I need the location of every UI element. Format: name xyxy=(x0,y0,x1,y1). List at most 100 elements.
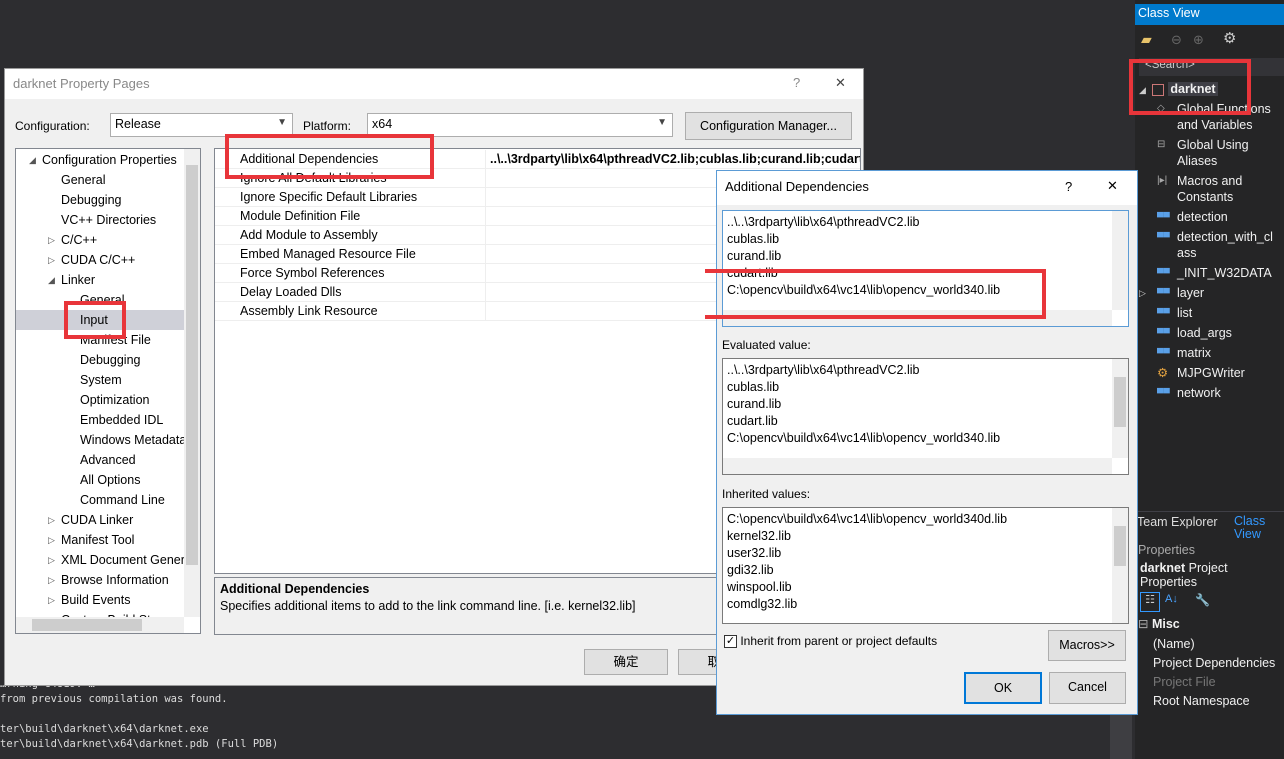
help-button[interactable]: ? xyxy=(793,75,800,90)
configuration-manager-button[interactable]: Configuration Manager... xyxy=(685,112,852,140)
highlight-box xyxy=(64,301,126,339)
properties-object: darknet Project Properties xyxy=(1140,561,1282,589)
category-misc[interactable]: ⊟ Misc xyxy=(1138,616,1180,631)
property-list: (Name) Project Dependencies Project File… xyxy=(1153,636,1281,712)
new-folder-icon[interactable]: ▰ xyxy=(1141,31,1152,48)
line: kernel32.lib xyxy=(727,529,791,543)
line: comdlg32.lib xyxy=(727,597,798,611)
window-title: darknet Property Pages xyxy=(13,76,150,91)
tree-item-label: Build Events xyxy=(61,593,131,607)
configuration-label: Configuration: xyxy=(15,119,90,133)
inherited-label: Inherited values: xyxy=(722,487,811,501)
expand-icon[interactable]: ▷ xyxy=(48,250,55,270)
expand-icon[interactable]: ▷ xyxy=(48,530,55,550)
line: ..\..\3rdparty\lib\x64\pthreadVC2.lib xyxy=(727,215,920,229)
class-view-item[interactable]: ⚙ MJPGWriter xyxy=(1157,363,1279,383)
gear-icon[interactable]: ⚙ xyxy=(1223,29,1236,47)
dialog-title-bar: Additional Dependencies ? ✕ xyxy=(717,171,1137,205)
struct-icon: ▀▀ xyxy=(1157,212,1170,222)
expand-icon[interactable]: ▷ xyxy=(1139,285,1146,301)
tree-item-label: Command Line xyxy=(80,493,165,507)
tree-hscrollbar[interactable] xyxy=(16,617,184,633)
alphabetical-icon[interactable]: A↓ xyxy=(1165,593,1178,605)
platform-value: x64 xyxy=(372,117,393,131)
struct-icon: ▀▀ xyxy=(1157,232,1170,242)
close-button[interactable]: ✕ xyxy=(1107,178,1118,194)
expand-icon[interactable]: ▷ xyxy=(48,230,55,250)
item-label: MJPGWriter xyxy=(1177,366,1245,380)
tab-team-explorer[interactable]: Team Explorer xyxy=(1137,515,1218,529)
property-value[interactable]: ..\..\3rdparty\lib\x64\pthreadVC2.lib;cu… xyxy=(485,150,860,168)
category-label: Misc xyxy=(1151,617,1180,631)
highlight-box xyxy=(225,134,434,179)
class-view-item[interactable]: ▀▀ detection_with_class xyxy=(1157,227,1279,263)
inherit-checkbox[interactable]: ✓ Inherit from parent or project default… xyxy=(724,634,937,649)
struct-icon: ▀▀ xyxy=(1157,288,1170,298)
tree-item-label: Embedded IDL xyxy=(80,413,164,427)
class-view-item[interactable]: ▀▀ detection xyxy=(1157,207,1279,227)
cancel-button[interactable]: Cancel xyxy=(1049,672,1126,704)
line: curand.lib xyxy=(727,249,782,263)
line: cudart.lib xyxy=(727,414,778,428)
back-icon[interactable]: ⊖ xyxy=(1171,32,1182,48)
property-row[interactable]: Root Namespace xyxy=(1153,693,1281,712)
ok-button[interactable]: OK xyxy=(964,672,1042,704)
tree-item-label: Debugging xyxy=(80,353,141,367)
ok-button[interactable]: 确定 xyxy=(584,649,668,675)
macros-button[interactable]: Macros>> xyxy=(1048,630,1126,661)
property-row[interactable]: Project Dependencies xyxy=(1153,655,1281,674)
tree-scrollbar[interactable] xyxy=(184,149,200,617)
struct-icon: ▀▀ xyxy=(1157,308,1170,318)
chevron-down-icon: ▼ xyxy=(277,117,287,128)
help-button[interactable]: ? xyxy=(1065,179,1072,194)
class-view-item[interactable]: |▸| Macros and Constants xyxy=(1157,171,1279,207)
tab-class-view[interactable]: Class View xyxy=(1234,515,1282,541)
class-view-item[interactable]: ▀▀ load_args xyxy=(1157,323,1279,343)
property-row[interactable]: (Name) xyxy=(1153,636,1281,655)
object-name: darknet xyxy=(1140,561,1186,575)
expand-icon[interactable]: ▷ xyxy=(48,550,55,570)
property-name: Ignore Specific Default Libraries xyxy=(240,190,418,204)
collapse-icon[interactable]: ◢ xyxy=(29,150,36,170)
additional-dependencies-dialog: Additional Dependencies ? ✕ ..\..\3rdpar… xyxy=(716,170,1138,715)
tree-item-label: XML Document Generator xyxy=(61,553,201,567)
property-name: Delay Loaded Dlls xyxy=(240,285,342,299)
bottom-tabs: Team Explorer Class View xyxy=(1135,511,1284,541)
collapse-icon: ⊟ xyxy=(1138,617,1152,631)
symbol-icon: |▸| xyxy=(1157,175,1168,186)
class-view-title: Class View xyxy=(1135,4,1284,25)
platform-label: Platform: xyxy=(303,119,352,133)
property-row[interactable]: Project File xyxy=(1153,674,1281,693)
property-name: Embed Managed Resource File xyxy=(240,247,416,261)
class-view-item[interactable]: ▷ ▀▀ layer xyxy=(1139,283,1279,303)
close-button[interactable]: ✕ xyxy=(835,75,846,91)
categorized-icon[interactable]: ☷ xyxy=(1140,592,1160,612)
struct-icon: ▀▀ xyxy=(1157,348,1170,358)
expand-icon[interactable]: ▷ xyxy=(48,510,55,530)
item-label: _INIT_W32DATA xyxy=(1177,266,1272,280)
forward-icon[interactable]: ⊕ xyxy=(1193,32,1204,48)
evaluated-box: ..\..\3rdparty\lib\x64\pthreadVC2.lib cub… xyxy=(722,358,1129,475)
output-line: ter\build\darknet\x64\darknet.pdb (Full … xyxy=(0,738,279,750)
class-view-item[interactable]: ▀▀ _INIT_W32DATA xyxy=(1157,263,1279,283)
expand-icon[interactable]: ▷ xyxy=(48,590,55,610)
item-label: list xyxy=(1177,306,1193,320)
expand-icon[interactable]: ▷ xyxy=(48,570,55,590)
title-bar: darknet Property Pages ? ✕ xyxy=(5,69,863,99)
tree-item-label: General xyxy=(61,173,106,187)
wrench-icon[interactable]: 🔧 xyxy=(1195,593,1210,607)
tree-item-label: Manifest Tool xyxy=(61,533,135,547)
property-name: Force Symbol References xyxy=(240,266,385,280)
tree-item-label: CUDA Linker xyxy=(61,513,134,527)
class-view-item[interactable]: ▀▀ list xyxy=(1157,303,1279,323)
properties-title: Properties xyxy=(1138,543,1195,557)
class-view-item[interactable]: ▀▀ network xyxy=(1157,383,1279,403)
property-name: Module Definition File xyxy=(240,209,361,223)
tree-item-label: Configuration Properties xyxy=(42,153,177,167)
class-view-item[interactable]: ⊟ Global Using Aliases xyxy=(1157,135,1279,171)
class-view-item[interactable]: ▀▀ matrix xyxy=(1157,343,1279,363)
collapse-icon[interactable]: ◢ xyxy=(48,270,55,290)
output-line: ter\build\darknet\x64\darknet.exe xyxy=(0,723,209,735)
line: gdi32.lib xyxy=(727,563,774,577)
highlight-box xyxy=(705,269,1046,319)
